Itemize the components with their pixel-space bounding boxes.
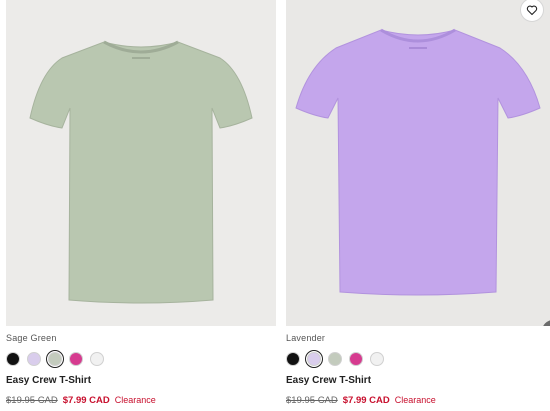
color-swatches: [286, 349, 384, 369]
heart-outline-icon: [526, 5, 538, 16]
color-name-label: Sage Green: [6, 333, 57, 343]
swatch-black[interactable]: [6, 352, 20, 366]
swatch-pink[interactable]: [349, 352, 363, 366]
swatch-pink[interactable]: [69, 352, 83, 366]
clearance-badge: Clearance: [114, 395, 156, 405]
tshirt-image: [29, 40, 253, 304]
swatch-lavender[interactable]: [304, 349, 324, 369]
product-image[interactable]: [6, 0, 276, 326]
original-price: $19.95 CAD: [286, 395, 338, 406]
swatch-lavender[interactable]: [27, 352, 41, 366]
product-image[interactable]: [286, 0, 550, 326]
swatch-white[interactable]: [90, 352, 104, 366]
price-row: $19.95 CAD $7.99 CAD Clearance: [286, 395, 436, 406]
swatch-sage-green[interactable]: [328, 352, 342, 366]
swatch-sage-green[interactable]: [45, 349, 65, 369]
product-name[interactable]: Easy Crew T-Shirt: [286, 375, 371, 386]
product-card-sage-green[interactable]: Sage Green Easy Crew T-Shirt $19.95 CAD …: [6, 0, 276, 406]
color-swatches: [6, 349, 104, 369]
product-card-lavender[interactable]: Lavender Easy Crew T-Shirt $19.95 CAD $7…: [286, 0, 550, 406]
price-row: $19.95 CAD $7.99 CAD Clearance: [6, 395, 156, 406]
product-name[interactable]: Easy Crew T-Shirt: [6, 375, 91, 386]
tshirt-image: [295, 28, 541, 296]
color-name-label: Lavender: [286, 333, 326, 343]
swatch-white[interactable]: [370, 352, 384, 366]
original-price: $19.95 CAD: [6, 395, 58, 406]
sale-price: $7.99 CAD: [62, 395, 110, 406]
sale-price: $7.99 CAD: [342, 395, 390, 406]
clearance-badge: Clearance: [394, 395, 436, 405]
swatch-black[interactable]: [286, 352, 300, 366]
